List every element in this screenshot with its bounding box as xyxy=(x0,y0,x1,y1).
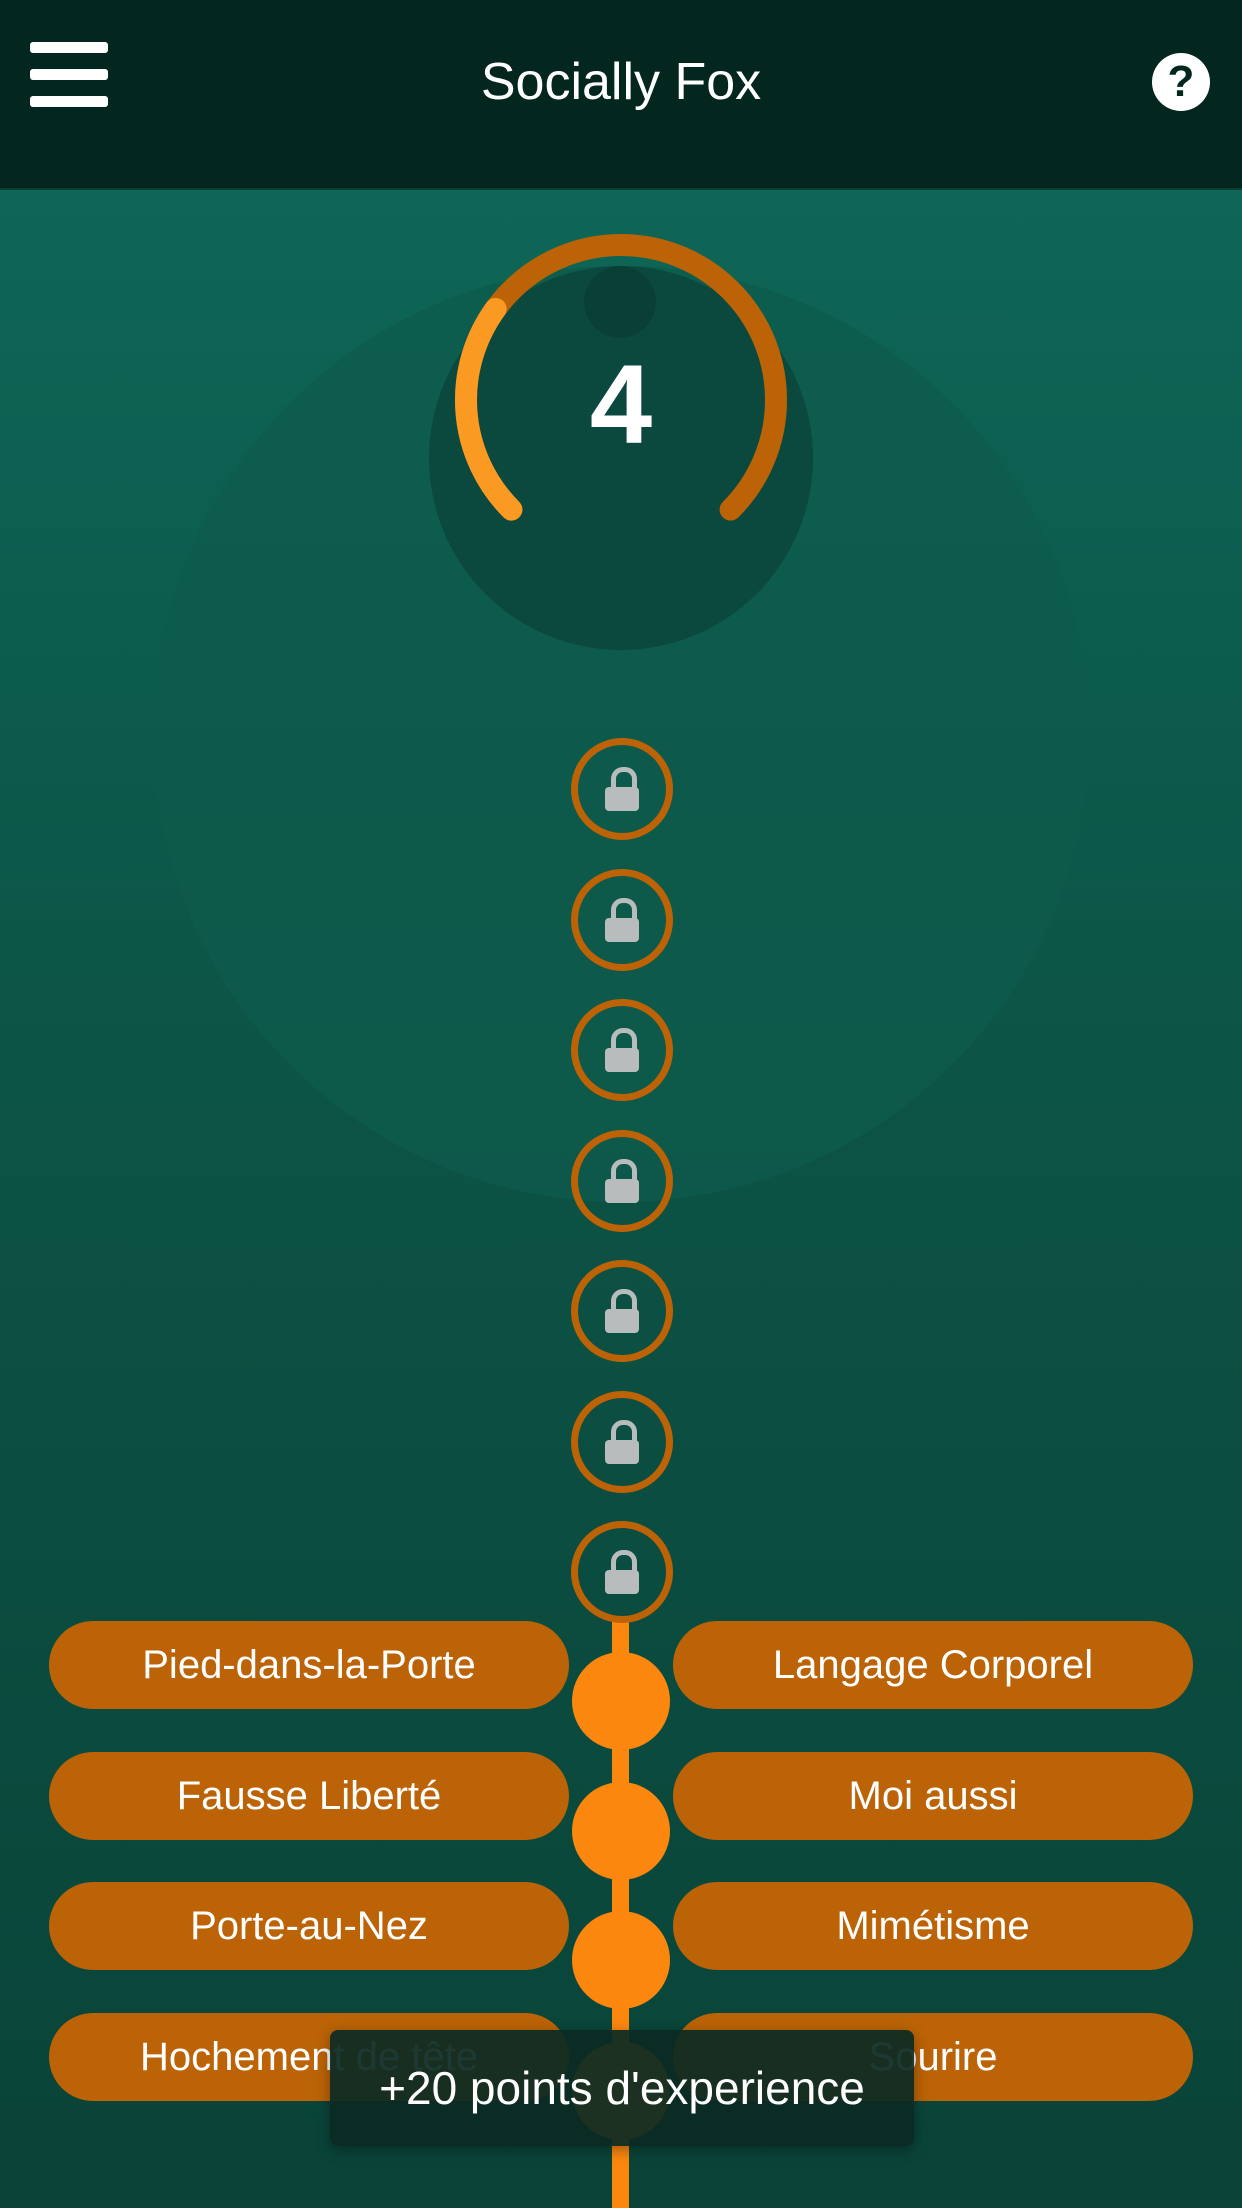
level-number: 4 xyxy=(589,342,653,467)
skill-node xyxy=(572,1911,670,2009)
locked-skill-node[interactable] xyxy=(571,1129,673,1232)
skill-node xyxy=(572,1782,670,1880)
skill-pill-right[interactable]: Mimétisme xyxy=(673,1882,1193,1970)
locked-skill-node[interactable] xyxy=(571,1260,673,1362)
skill-pill-left[interactable]: Fausse Liberté xyxy=(49,1752,569,1840)
lock-icon xyxy=(604,897,640,942)
lock-icon xyxy=(604,1028,640,1072)
lock-icon xyxy=(604,1158,640,1203)
locked-skill-node[interactable] xyxy=(571,999,673,1101)
skill-pill-left[interactable]: Porte-au-Nez xyxy=(49,1882,569,1970)
skill-pill-right[interactable]: Moi aussi xyxy=(673,1752,1193,1840)
locked-skill-node[interactable] xyxy=(571,738,673,840)
skill-pill-right[interactable]: Langage Corporel xyxy=(673,1621,1193,1709)
skill-node xyxy=(572,1652,670,1750)
lock-icon xyxy=(604,1550,640,1594)
locked-skill-node[interactable] xyxy=(571,868,673,971)
locked-skill-node[interactable] xyxy=(571,1390,673,1493)
lock-icon xyxy=(604,767,640,811)
xp-toast: +20 points d'experience xyxy=(330,2030,914,2146)
lock-icon xyxy=(604,1419,640,1464)
skill-pill-left[interactable]: Pied-dans-la-Porte xyxy=(49,1621,569,1709)
locked-skill-node[interactable] xyxy=(571,1521,673,1623)
lock-icon xyxy=(604,1289,640,1333)
gauge-fill xyxy=(455,297,523,521)
